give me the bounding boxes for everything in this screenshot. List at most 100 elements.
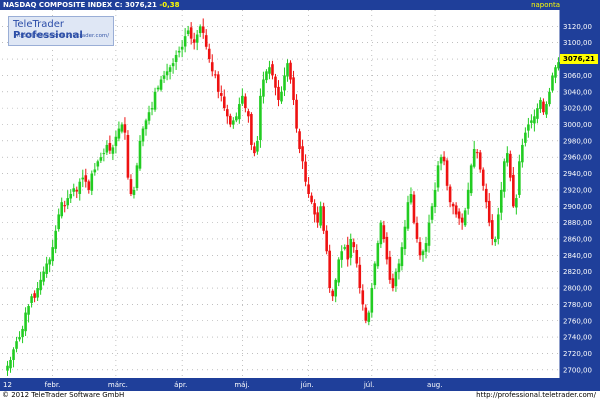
y-tick-label: 2780,00 [563,301,592,309]
candle-body [153,91,157,110]
y-tick-label: 2960,00 [563,154,592,162]
x-tick-label: júl. [363,381,375,389]
candle-body [310,195,313,203]
candle-body [322,206,325,231]
candle-body [225,109,229,117]
candle-body [530,120,533,123]
candle-body [451,203,455,207]
candle-body [204,35,208,47]
candle-body [373,263,377,286]
candle-body [256,140,259,152]
candle-body [346,244,350,260]
candle-body [533,116,536,124]
candle-body [42,271,45,282]
candle-body [253,146,256,154]
candle-body [358,264,362,289]
candle-body [30,296,33,303]
candle-body [515,198,518,208]
candle-body [469,165,473,194]
change-value: -0,38 [159,1,180,9]
candle-body [57,214,60,230]
y-tick-label: 3120,00 [563,23,592,31]
candlestick-chart[interactable]: 2700,00 2720,00 2740,00 2760,00 2780,00 2800,… [0,10,600,391]
candle-body [21,328,24,338]
candle-body [382,225,386,239]
candle-body [36,288,39,298]
candle-body [18,337,21,340]
candle-body [265,71,268,81]
candle-body [292,77,295,100]
candle-body [460,217,464,223]
candle-body [430,206,434,220]
candle-body [138,140,142,169]
candle-body [484,188,488,203]
candle-body [129,179,133,194]
candle-body [334,279,337,297]
candle-body [171,63,175,67]
candle-body [238,104,241,120]
y-tick-label: 2880,00 [563,219,592,227]
y-tick-label: 2840,00 [563,252,592,260]
candle-body [448,186,452,203]
candle-body [331,290,334,297]
candle-body [147,112,151,121]
candle-body [81,177,85,180]
candle-body [400,247,404,267]
candle-body [466,189,470,209]
candle-body [548,91,551,105]
candle-body [33,293,36,298]
candle-body [9,360,12,369]
candle-body [385,236,389,260]
y-tick-label: 2980,00 [563,137,592,145]
candle-body [521,144,524,163]
chart-header: NASDAQ COMPOSITE INDEX C: 3076,21 -0,38 … [0,0,600,10]
candle-body [295,99,298,129]
candle-body [39,279,42,291]
candle-body [63,205,67,207]
y-tick-label: 3020,00 [563,105,592,113]
candle-body [24,312,27,332]
candle-body [370,288,374,313]
candle-body [289,62,292,80]
candle-body [472,149,476,167]
candle-body [162,75,166,79]
candle-body [156,87,160,90]
candle-body [554,67,557,78]
candle-body [487,200,491,223]
candle-body [201,26,205,33]
y-tick-label: 2860,00 [563,235,592,243]
candle-body [283,75,286,91]
candle-body [48,259,51,265]
candle-body [277,86,280,100]
candle-body [159,79,163,90]
candle-body [99,157,103,161]
candle-body [463,210,467,226]
candle-body [6,365,9,371]
candle-body [84,175,88,182]
teletrader-logo: TeleTrader Professional http://professio… [8,16,114,46]
candle-body [518,161,521,195]
y-tick-label: 2900,00 [563,203,592,211]
candle-body [105,144,109,153]
candle-body [364,307,368,321]
footer-url[interactable]: http://professional.teletrader.com/ [476,391,596,400]
y-tick-label: 3000,00 [563,121,592,129]
close-value: C: 3076,21 [114,1,157,9]
y-tick-label: 2700,00 [563,366,592,374]
x-tick-label: máj. [234,381,249,389]
candle-body [391,278,395,289]
candle-body [195,34,199,43]
y-tick-label: 2800,00 [563,285,592,293]
candle-body [301,146,304,162]
candle-body [313,203,316,215]
candle-body [120,124,124,132]
candle-body [496,214,500,239]
candle-body [96,161,100,167]
y-tick-label: 3060,00 [563,72,592,80]
candle-body [135,165,139,189]
candle-body [117,128,121,139]
candle-body [54,230,57,249]
candle-body [274,76,277,88]
candle-body [478,152,482,170]
candle-body [250,114,253,145]
